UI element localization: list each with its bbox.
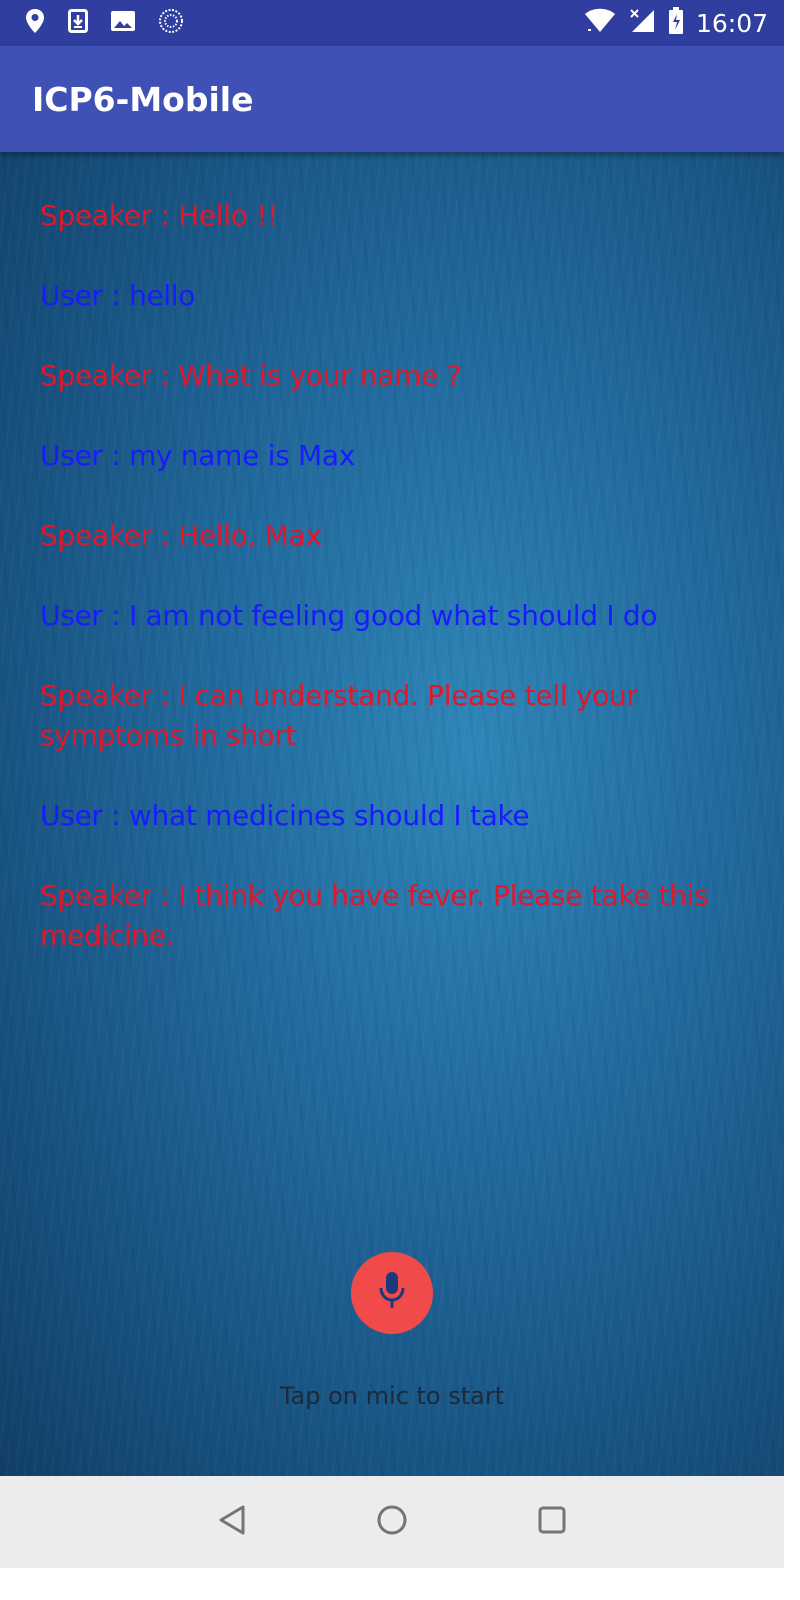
navigation-bar xyxy=(0,1476,784,1568)
home-button[interactable] xyxy=(367,1497,417,1547)
image-icon xyxy=(110,10,136,36)
speaker-message: Speaker : Hello, Max xyxy=(40,519,322,552)
conversation-list: Speaker : Hello !! User : hello Speaker … xyxy=(40,196,740,996)
status-right-icons: 16:07 xyxy=(584,7,784,39)
speaker-message: Speaker : Hello !! xyxy=(40,199,279,232)
app-title: ICP6-Mobile xyxy=(32,79,254,119)
speaker-message: Speaker : I can understand. Please tell … xyxy=(40,679,638,752)
mic-button[interactable] xyxy=(351,1252,433,1334)
user-message: User : I am not feeling good what should… xyxy=(40,599,658,632)
status-left-icons xyxy=(0,8,184,38)
back-button[interactable] xyxy=(207,1497,257,1547)
mic-hint-text: Tap on mic to start xyxy=(279,1382,505,1410)
user-message: User : what medicines should I take xyxy=(40,799,530,832)
speaker-message: Speaker : I think you have fever. Please… xyxy=(40,879,709,952)
speaker-message: Speaker : What is your name ? xyxy=(40,359,462,392)
app-screen: 16:07 ICP6-Mobile Speaker : Hello !! Use… xyxy=(0,0,784,1568)
wifi-icon xyxy=(584,8,616,38)
status-bar: 16:07 xyxy=(0,0,784,46)
sync-icon xyxy=(158,8,184,38)
recents-button[interactable] xyxy=(527,1497,577,1547)
recents-icon xyxy=(537,1505,567,1539)
user-message: User : my name is Max xyxy=(40,439,355,472)
user-message: User : hello xyxy=(40,279,196,312)
signal-icon xyxy=(628,8,656,38)
app-bar: ICP6-Mobile xyxy=(0,46,784,152)
location-icon xyxy=(24,8,46,38)
chat-area: Speaker : Hello !! User : hello Speaker … xyxy=(0,152,784,1476)
battery-icon xyxy=(668,7,684,39)
status-time: 16:07 xyxy=(695,8,768,38)
back-icon xyxy=(217,1504,247,1540)
home-icon xyxy=(376,1504,408,1540)
microphone-icon xyxy=(377,1270,407,1316)
download-icon xyxy=(68,9,88,37)
